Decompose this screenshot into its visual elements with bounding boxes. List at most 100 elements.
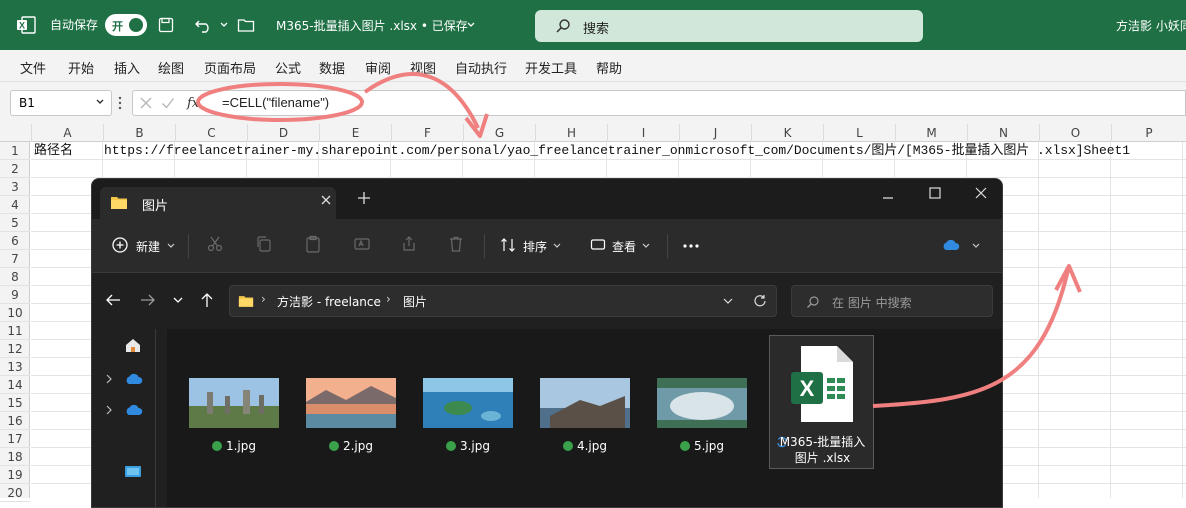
- file-item[interactable]: 4.jpg: [540, 378, 630, 453]
- formula-text[interactable]: =CELL("filename"): [222, 95, 329, 110]
- row-header[interactable]: 19: [0, 466, 30, 484]
- row-header[interactable]: 1: [0, 142, 30, 160]
- row-header[interactable]: 17: [0, 430, 30, 448]
- sort-icon[interactable]: [500, 237, 516, 253]
- more-icon[interactable]: [118, 95, 122, 111]
- row-header[interactable]: 2: [0, 160, 30, 178]
- refresh-icon[interactable]: [753, 294, 767, 308]
- file-item[interactable]: 5.jpg: [657, 378, 747, 453]
- desktop-icon[interactable]: [124, 465, 142, 479]
- row-header[interactable]: 18: [0, 448, 30, 466]
- menu-formulas[interactable]: 公式: [275, 58, 301, 77]
- onedrive-icon[interactable]: [124, 403, 144, 417]
- menu-draw[interactable]: 绘图: [158, 58, 184, 77]
- menu-help[interactable]: 帮助: [596, 58, 622, 77]
- chevron-down-icon[interactable]: [972, 242, 980, 250]
- menu-review[interactable]: 审阅: [365, 58, 391, 77]
- column-header[interactable]: J: [679, 124, 751, 142]
- document-title[interactable]: M365-批量插入图片 .xlsx • 已保存: [276, 17, 468, 34]
- file-item[interactable]: 1.jpg: [189, 378, 279, 453]
- name-box[interactable]: B1: [10, 90, 112, 116]
- menu-developer[interactable]: 开发工具: [525, 58, 577, 77]
- row-header[interactable]: 7: [0, 250, 30, 268]
- undo-icon[interactable]: [194, 14, 214, 36]
- file-item[interactable]: 2.jpg: [306, 378, 396, 453]
- new-tab-icon[interactable]: [357, 191, 371, 205]
- menu-file[interactable]: 文件: [20, 58, 46, 77]
- new-button[interactable]: 新建: [136, 238, 160, 255]
- delete-icon[interactable]: [447, 235, 465, 253]
- column-header[interactable]: K: [751, 124, 823, 142]
- menu-data[interactable]: 数据: [319, 58, 345, 77]
- share-icon[interactable]: [400, 235, 418, 253]
- rename-icon[interactable]: [353, 235, 371, 253]
- row-header[interactable]: 11: [0, 322, 30, 340]
- column-header[interactable]: D: [247, 124, 319, 142]
- column-header[interactable]: P: [1111, 124, 1186, 142]
- paste-icon[interactable]: [304, 235, 322, 253]
- cell-b1[interactable]: https://freelancetrainer-my.sharepoint.c…: [104, 142, 1130, 160]
- title-dropdown-icon[interactable]: [466, 20, 476, 30]
- breadcrumb-item[interactable]: 图片: [403, 293, 427, 310]
- user-name[interactable]: 方洁影 小妖同学: [1116, 17, 1186, 34]
- row-header[interactable]: 20: [0, 484, 30, 502]
- forward-icon[interactable]: [140, 293, 156, 307]
- row-header[interactable]: 3: [0, 178, 30, 196]
- column-header[interactable]: B: [103, 124, 175, 142]
- row-header[interactable]: 13: [0, 358, 30, 376]
- enter-icon[interactable]: [161, 96, 175, 110]
- save-icon[interactable]: [156, 14, 176, 36]
- column-header[interactable]: A: [31, 124, 103, 142]
- row-header[interactable]: 16: [0, 412, 30, 430]
- row-header[interactable]: 9: [0, 286, 30, 304]
- home-icon[interactable]: [124, 337, 142, 353]
- onedrive-icon[interactable]: [941, 238, 961, 252]
- address-bar[interactable]: › 方洁影 - freelance › 图片: [229, 285, 777, 317]
- row-header[interactable]: 8: [0, 268, 30, 286]
- row-header[interactable]: 14: [0, 376, 30, 394]
- up-icon[interactable]: [200, 292, 214, 308]
- new-icon[interactable]: [112, 237, 128, 253]
- folder-icon[interactable]: [236, 14, 256, 36]
- menu-home[interactable]: 开始: [68, 58, 94, 77]
- column-header[interactable]: F: [391, 124, 463, 142]
- explorer-search-box[interactable]: 在 图片 中搜索: [791, 285, 993, 317]
- more-options-icon[interactable]: [682, 243, 700, 249]
- expand-icon[interactable]: [105, 405, 113, 415]
- column-header[interactable]: N: [967, 124, 1039, 142]
- back-icon[interactable]: [105, 293, 121, 307]
- row-header[interactable]: 15: [0, 394, 30, 412]
- row-header[interactable]: 12: [0, 340, 30, 358]
- autosave-toggle[interactable]: 开: [105, 14, 147, 36]
- column-header[interactable]: M: [895, 124, 967, 142]
- insert-function-icon[interactable]: fx: [185, 93, 203, 111]
- file-item[interactable]: 3.jpg: [423, 378, 513, 453]
- column-header[interactable]: E: [319, 124, 391, 142]
- row-header[interactable]: 5: [0, 214, 30, 232]
- column-header[interactable]: L: [823, 124, 895, 142]
- name-box-dropdown-icon[interactable]: [95, 97, 105, 107]
- view-icon[interactable]: [590, 237, 606, 253]
- expand-icon[interactable]: [105, 374, 113, 384]
- explorer-tab[interactable]: 图片: [100, 187, 336, 219]
- breadcrumb-item[interactable]: 方洁影 - freelance: [277, 293, 381, 310]
- menu-automate[interactable]: 自动执行: [455, 58, 507, 77]
- xlsx-file-item[interactable]: X M365-批量插入图片 .xlsx: [769, 335, 874, 469]
- recent-locations-icon[interactable]: [172, 295, 184, 305]
- menu-insert[interactable]: 插入: [114, 58, 140, 77]
- column-header[interactable]: O: [1039, 124, 1111, 142]
- close-icon[interactable]: [975, 187, 987, 199]
- sort-button[interactable]: 排序: [523, 238, 547, 255]
- column-header[interactable]: C: [175, 124, 247, 142]
- maximize-icon[interactable]: [929, 187, 941, 199]
- menu-page-layout[interactable]: 页面布局: [204, 58, 256, 77]
- cell-a1[interactable]: 路径名: [34, 142, 73, 160]
- minimize-icon[interactable]: [882, 192, 894, 204]
- column-header[interactable]: I: [607, 124, 679, 142]
- onedrive-icon[interactable]: [124, 372, 144, 386]
- view-button[interactable]: 查看: [612, 238, 636, 255]
- undo-dropdown-icon[interactable]: [214, 14, 234, 36]
- cancel-icon[interactable]: [139, 96, 153, 110]
- cut-icon[interactable]: [206, 235, 224, 253]
- column-header[interactable]: G: [463, 124, 535, 142]
